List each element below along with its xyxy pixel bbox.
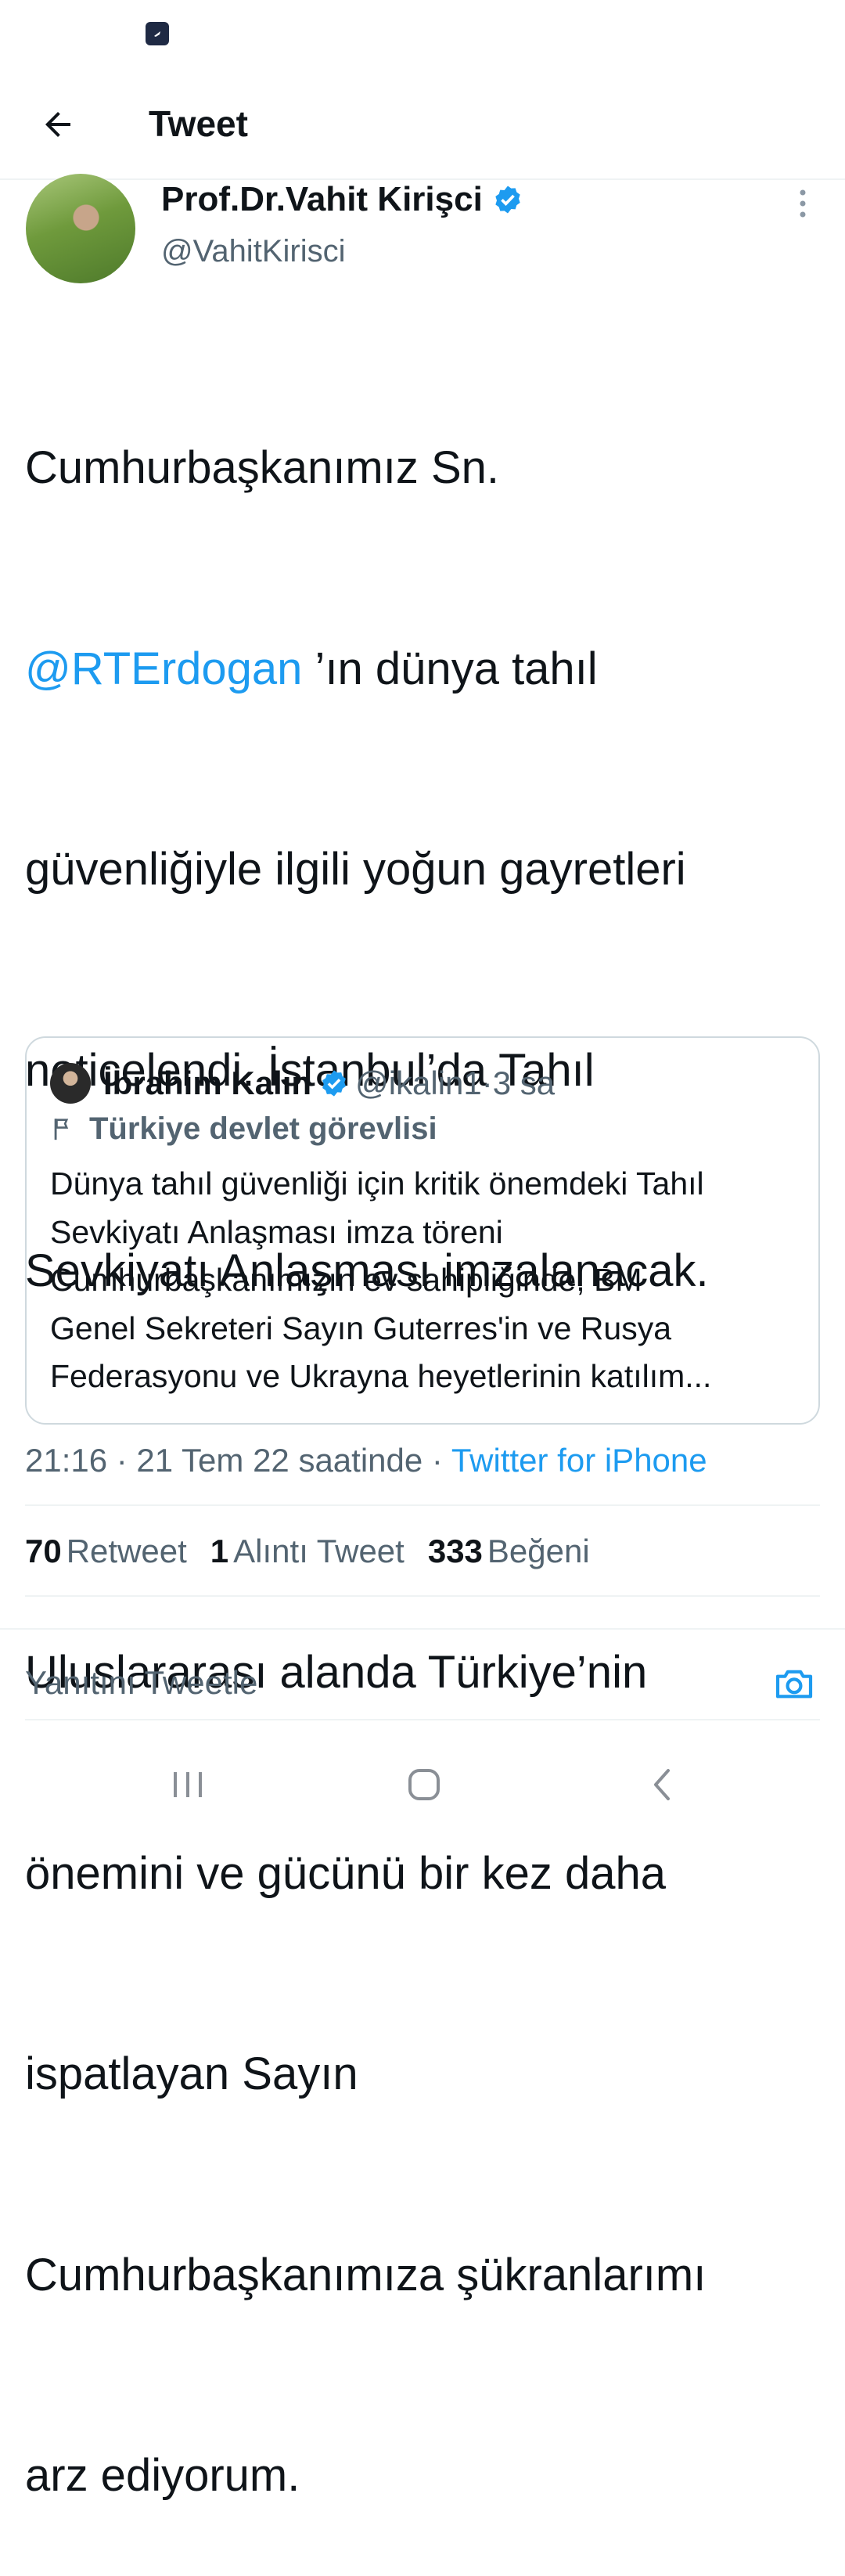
government-official-label: Türkiye devlet görevlisi [50,1107,437,1151]
recent-apps-icon [174,1772,202,1797]
quote-line: Sevkiyatı Anlaşması imza töreni [50,1213,503,1250]
quotes-count: 1 [210,1533,229,1569]
mention-link[interactable]: @RTErdogan [25,643,302,694]
camera-button[interactable] [768,1658,820,1710]
quote-line: Cumhurbaşkanımızın ev sahipliğinde, BM [50,1262,642,1298]
page-title: Tweet [149,103,248,144]
likes-stat[interactable]: 333 Beğeni [428,1528,590,1575]
quote-text: Dünya tahıl güvenliği için kritik önemde… [50,1160,801,1401]
notification-app-icon [146,22,169,45]
app-header [0,78,845,180]
tweet-line: önemini ve gücünü bir kez daha [25,1847,666,1899]
quote-line: Dünya tahıl güvenliği için kritik önemde… [50,1166,704,1202]
tweet-line-text: ’ın dünya tahıl [302,643,598,694]
quote-line: Federasyonu ve Ukrayna heyetlerinin katı… [50,1358,712,1394]
author-avatar[interactable] [26,174,135,283]
reply-divider [0,1628,845,1630]
retweets-stat[interactable]: 70 Retweet [25,1528,187,1575]
tweet-line: ispatlayan Sayın [25,2048,358,2099]
retweets-label: Retweet [66,1533,187,1569]
camera-icon [775,1670,813,1699]
divider [25,1504,820,1506]
quote-header: İbrahim Kalın @ikalin1 · 3 sa [103,1060,555,1107]
retweets-count: 70 [25,1533,62,1569]
more-options-button[interactable] [786,180,820,227]
chevron-left-icon [654,1769,670,1800]
verified-badge-icon [495,186,520,214]
engagement-stats: 70 Retweet 1 Alıntı Tweet 333 Beğeni [25,1528,613,1575]
author-name: Prof.Dr.Vahit Kirişci [161,180,483,218]
quote-timestamp: 3 sa [492,1065,556,1101]
home-icon [408,1769,440,1800]
tweet-meta: 21:16 · 21 Tem 22 saatinde · Twitter for… [25,1437,707,1484]
more-vertical-icon [800,189,806,218]
quote-author-avatar [50,1063,91,1104]
reply-input[interactable]: Yanıtını Tweetle [25,1658,257,1708]
author-name-row[interactable]: Prof.Dr.Vahit Kirişci [161,178,523,221]
quote-author-name: İbrahim Kalın [103,1065,312,1101]
recent-apps-button[interactable] [149,1753,227,1816]
verified-badge-icon [322,1070,346,1097]
tweet-line: arz ediyorum. [25,2450,300,2501]
back-button[interactable] [28,95,88,154]
author-handle[interactable]: @VahitKirisci [161,232,345,271]
likes-label: Beğeni [487,1533,590,1569]
status-bar [0,0,845,78]
flag-icon [54,1119,69,1140]
home-button[interactable] [385,1753,463,1816]
tweet-line: güvenliğiyle ilgili yoğun gayretleri [25,844,686,895]
tweet-timestamp: 21:16 · 21 Tem 22 saatinde · [25,1442,451,1479]
quote-author-handle: @ikalin1 [355,1065,482,1101]
quote-line: Genel Sekreteri Sayın Guterres'in ve Rus… [50,1310,672,1346]
tweet-line: Cumhurbaşkanımız Sn. [25,442,500,493]
tweet-line: Cumhurbaşkanımıza şükranlarımı [25,2249,707,2300]
source-link[interactable]: Twitter for iPhone [451,1442,707,1479]
tweet-line: @RTErdogan ’ın dünya tahıl [25,636,823,703]
divider [25,1595,820,1597]
likes-count: 333 [427,1533,483,1569]
arrow-left-icon [45,112,70,137]
separator-dot: · [481,1065,493,1101]
divider [25,1719,820,1720]
system-back-button[interactable] [623,1753,701,1816]
quotes-stat[interactable]: 1 Alıntı Tweet [210,1528,405,1575]
quotes-label: Alıntı Tweet [233,1533,405,1569]
label-text: Türkiye devlet görevlisi [89,1111,437,1146]
